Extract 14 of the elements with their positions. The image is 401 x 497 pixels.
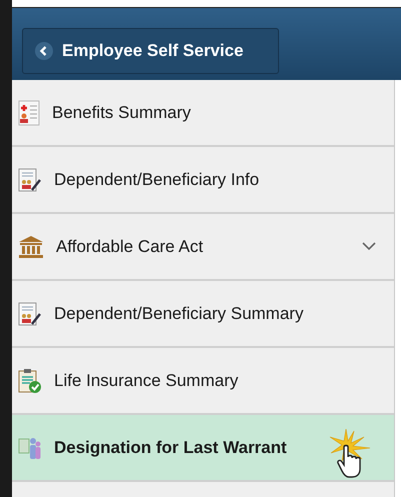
bank-icon (18, 234, 44, 258)
menu-item[interactable]: Dependent/Beneficiary Summary (12, 281, 394, 348)
document-icon (18, 100, 40, 126)
menu-item[interactable]: Designation for Last Warrant (12, 415, 394, 482)
menu-item[interactable]: Dependent/Beneficiary Info (12, 147, 394, 214)
chevron-left-icon (35, 42, 53, 60)
document-pencil-icon (18, 302, 42, 326)
document-pencil-icon (18, 168, 42, 192)
click-cursor-icon (328, 427, 372, 479)
clipboard-check-icon (18, 368, 42, 394)
menu-item[interactable]: Benefits Summary (12, 80, 394, 147)
back-button[interactable]: Employee Self Service (22, 28, 279, 74)
chevron-down-icon[interactable] (362, 242, 376, 251)
menu-item[interactable]: Affordable Care Act (12, 214, 394, 281)
